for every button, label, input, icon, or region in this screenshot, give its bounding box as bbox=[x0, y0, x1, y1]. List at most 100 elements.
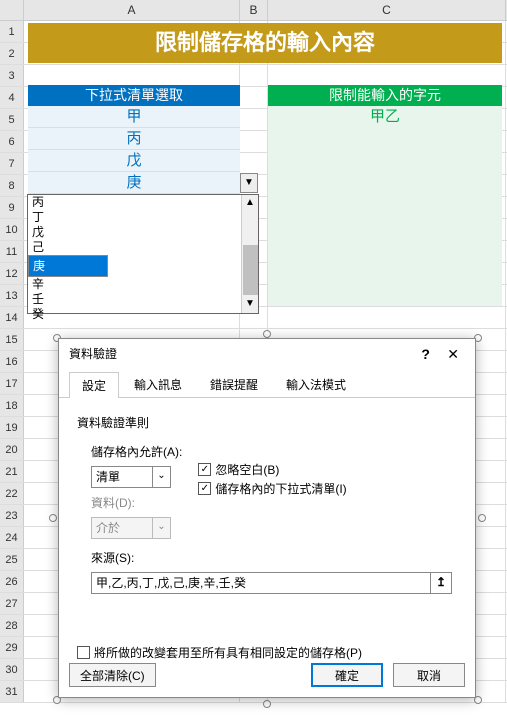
close-button[interactable]: ✕ bbox=[441, 346, 465, 362]
row-header[interactable]: 31 bbox=[0, 681, 24, 702]
selection-handle[interactable] bbox=[263, 330, 271, 338]
tab-ime-mode[interactable]: 輸入法模式 bbox=[273, 371, 359, 397]
cell[interactable] bbox=[24, 65, 240, 86]
selection-handle[interactable] bbox=[478, 514, 486, 522]
dropdown-item[interactable]: 壬 bbox=[28, 292, 258, 307]
select-all-corner[interactable] bbox=[0, 0, 24, 20]
in-cell-dropdown-label: 儲存格內的下拉式清單(I) bbox=[215, 480, 346, 497]
dropdown-item[interactable]: 丁 bbox=[28, 210, 258, 225]
ok-button[interactable]: 確定 bbox=[311, 663, 383, 687]
validation-dropdown-list[interactable]: 丙丁戊己庚辛壬癸 ▲ ▼ bbox=[27, 194, 259, 314]
row-header[interactable]: 23 bbox=[0, 505, 24, 526]
in-cell-dropdown-checkbox[interactable]: ✓ bbox=[198, 482, 211, 495]
allow-select[interactable]: 清單⌄ bbox=[91, 466, 171, 488]
dropdown-item[interactable]: 癸 bbox=[28, 307, 258, 322]
cell-dropdown-arrow[interactable]: ▼ bbox=[240, 173, 258, 193]
col-header-restrict: 限制能輸入的字元 bbox=[268, 85, 502, 106]
cell-A4[interactable]: 甲 bbox=[28, 106, 240, 128]
dropdown-item[interactable]: 己 bbox=[28, 240, 258, 255]
row-header[interactable]: 16 bbox=[0, 351, 24, 372]
dialog-tabs: 設定 輸入訊息 錯誤提醒 輸入法模式 bbox=[59, 369, 475, 398]
apply-changes-checkbox[interactable] bbox=[77, 646, 90, 659]
dialog-titlebar[interactable]: 資料驗證 ? ✕ bbox=[59, 339, 475, 369]
row-header[interactable]: 1 bbox=[0, 21, 24, 42]
data-label: 資料(D): bbox=[91, 494, 182, 511]
dropdown-item[interactable]: 庚 bbox=[28, 255, 108, 277]
row-header[interactable]: 20 bbox=[0, 439, 24, 460]
col-header-C[interactable]: C bbox=[268, 0, 506, 20]
ignore-blank-checkbox[interactable]: ✓ bbox=[198, 463, 211, 476]
row-header[interactable]: 29 bbox=[0, 637, 24, 658]
row-header[interactable]: 24 bbox=[0, 527, 24, 548]
row-header[interactable]: 9 bbox=[0, 197, 24, 218]
row-header[interactable]: 27 bbox=[0, 593, 24, 614]
chevron-down-icon: ⌄ bbox=[152, 518, 170, 538]
row-header[interactable]: 4 bbox=[0, 87, 24, 108]
source-label: 來源(S): bbox=[91, 549, 457, 566]
cell-A5[interactable]: 丙 bbox=[28, 128, 240, 150]
dropdown-item[interactable]: 辛 bbox=[28, 277, 258, 292]
selection-handle[interactable] bbox=[49, 514, 57, 522]
data-select: 介於⌄ bbox=[91, 517, 171, 539]
col-header-dropdown: 下拉式清單選取 bbox=[28, 85, 240, 106]
cell[interactable] bbox=[240, 131, 268, 152]
row: 3 bbox=[0, 65, 507, 87]
row-header[interactable]: 6 bbox=[0, 131, 24, 152]
row-header[interactable]: 17 bbox=[0, 373, 24, 394]
cell[interactable] bbox=[240, 153, 268, 174]
row-header[interactable]: 28 bbox=[0, 615, 24, 636]
column-headers: A B C bbox=[0, 0, 507, 21]
cell-A7[interactable]: 庚 bbox=[28, 172, 240, 194]
row-header[interactable]: 3 bbox=[0, 65, 24, 86]
row-header[interactable]: 7 bbox=[0, 153, 24, 174]
source-input[interactable]: 甲,乙,丙,丁,戊,己,庚,辛,壬,癸 bbox=[91, 572, 431, 594]
scroll-up-icon[interactable]: ▲ bbox=[242, 195, 258, 212]
dialog-title-text: 資料驗證 bbox=[69, 339, 117, 369]
dropdown-cells-range[interactable]: 甲 丙 戊 庚 bbox=[28, 106, 240, 194]
cell-A6[interactable]: 戊 bbox=[28, 150, 240, 172]
col-header-A[interactable]: A bbox=[24, 0, 240, 20]
row-header[interactable]: 5 bbox=[0, 109, 24, 130]
row-header[interactable]: 19 bbox=[0, 417, 24, 438]
row-header[interactable]: 30 bbox=[0, 659, 24, 680]
dropdown-item[interactable]: 戊 bbox=[28, 225, 258, 240]
tab-input-message[interactable]: 輸入訊息 bbox=[121, 371, 195, 397]
row-header[interactable]: 11 bbox=[0, 241, 24, 262]
allow-label: 儲存格內允許(A): bbox=[91, 443, 182, 460]
ignore-blank-label: 忽略空白(B) bbox=[215, 461, 279, 478]
cell[interactable] bbox=[240, 109, 268, 130]
restrict-cells-range[interactable]: 甲乙 bbox=[268, 106, 502, 306]
row-header[interactable]: 8 bbox=[0, 175, 24, 196]
cell[interactable] bbox=[240, 87, 268, 108]
row-header[interactable]: 15 bbox=[0, 329, 24, 350]
dropdown-scrollbar[interactable]: ▲ ▼ bbox=[241, 195, 258, 313]
cell[interactable] bbox=[268, 65, 506, 86]
help-button[interactable]: ? bbox=[413, 346, 438, 362]
col-header-B[interactable]: B bbox=[240, 0, 268, 20]
row-header[interactable]: 18 bbox=[0, 395, 24, 416]
tab-settings[interactable]: 設定 bbox=[69, 372, 119, 398]
cell-C4[interactable]: 甲乙 bbox=[268, 106, 502, 128]
row-header[interactable]: 21 bbox=[0, 461, 24, 482]
scroll-thumb[interactable] bbox=[243, 245, 258, 295]
row-header[interactable]: 25 bbox=[0, 549, 24, 570]
row-header[interactable]: 14 bbox=[0, 307, 24, 328]
scroll-down-icon[interactable]: ▼ bbox=[242, 296, 258, 313]
validation-criteria-label: 資料驗證準則 bbox=[77, 414, 457, 431]
clear-all-button[interactable]: 全部清除(C) bbox=[69, 663, 156, 687]
data-validation-dialog: 資料驗證 ? ✕ 設定 輸入訊息 錯誤提醒 輸入法模式 資料驗證準則 儲存格內允… bbox=[58, 338, 476, 698]
row-header[interactable]: 22 bbox=[0, 483, 24, 504]
row-header[interactable]: 10 bbox=[0, 219, 24, 240]
selection-handle[interactable] bbox=[263, 700, 271, 708]
row-header[interactable]: 12 bbox=[0, 263, 24, 284]
dropdown-item[interactable]: 丙 bbox=[28, 195, 258, 210]
cell[interactable] bbox=[268, 307, 506, 328]
tab-error-alert[interactable]: 錯誤提醒 bbox=[197, 371, 271, 397]
cancel-button[interactable]: 取消 bbox=[393, 663, 465, 687]
row-header[interactable]: 2 bbox=[0, 43, 24, 64]
row-header[interactable]: 13 bbox=[0, 285, 24, 306]
cell[interactable] bbox=[240, 65, 268, 86]
row-header[interactable]: 26 bbox=[0, 571, 24, 592]
range-picker-button[interactable]: ↥ bbox=[430, 572, 452, 594]
chevron-down-icon: ⌄ bbox=[152, 467, 170, 487]
